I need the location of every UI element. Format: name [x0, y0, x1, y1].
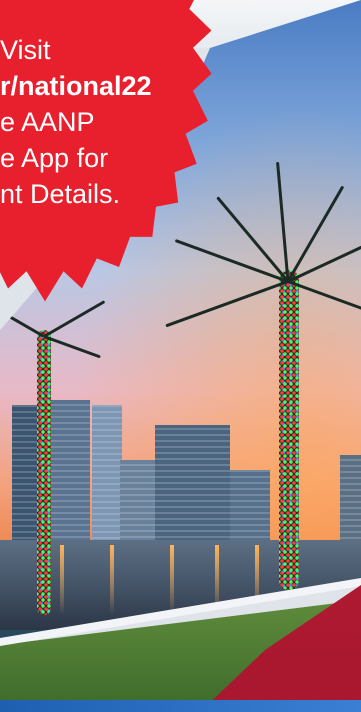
building	[340, 455, 361, 545]
promo-line: nt Details.	[0, 179, 121, 209]
light-reflection	[60, 545, 64, 615]
promo-graphic: Visit r/national22 e AANP e App for nt D…	[0, 0, 361, 712]
light-reflection	[255, 545, 259, 615]
light-reflection	[110, 545, 114, 615]
promo-line: e AANP	[0, 107, 95, 137]
promo-url: r/national22	[0, 71, 152, 101]
promo-line: e App for	[0, 143, 109, 173]
blue-banner-band	[0, 700, 361, 712]
palm-trunk	[279, 270, 299, 590]
light-reflection	[170, 545, 174, 615]
promo-text: Visit r/national22 e AANP e App for nt D…	[0, 32, 210, 212]
building	[155, 425, 230, 550]
palm-trunk	[37, 330, 51, 615]
promo-line: Visit	[0, 35, 51, 65]
building	[46, 400, 90, 550]
building	[92, 405, 122, 545]
building	[230, 470, 270, 550]
